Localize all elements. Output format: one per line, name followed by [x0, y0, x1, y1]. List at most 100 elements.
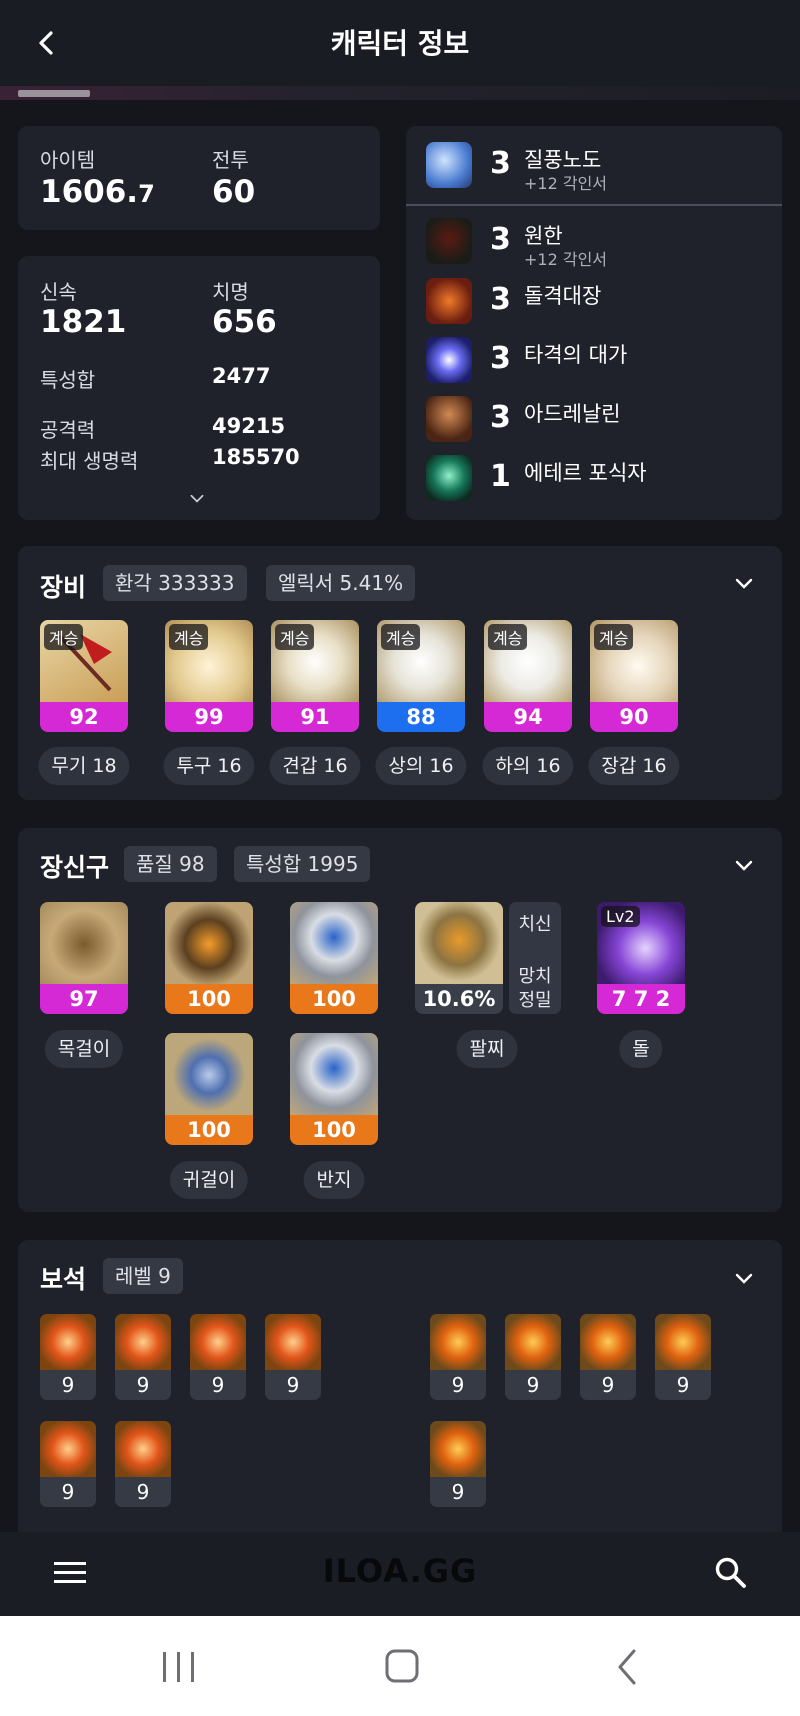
quality-bar: 88 [377, 702, 465, 732]
adrenaline-engraving-icon [426, 396, 472, 442]
gem-level: 9 [61, 1373, 75, 1397]
section-title: 보석 [40, 1265, 87, 1294]
gem-slot[interactable]: 9 [430, 1314, 486, 1400]
recent-apps-icon[interactable] [160, 1650, 198, 1684]
gem-slot[interactable]: 9 [505, 1314, 561, 1400]
gloves-slot[interactable]: 계승 90 [590, 620, 678, 732]
engraving-level: 3 [490, 400, 511, 435]
gem-slot[interactable]: 9 [190, 1314, 246, 1400]
damage-gem-icon [190, 1314, 246, 1370]
transcendence-badge: 환각 333333 [103, 565, 247, 601]
quality-bar: 99 [165, 702, 253, 732]
helmet-slot[interactable]: 계승 99 [165, 620, 253, 732]
active-tab-indicator[interactable] [18, 90, 90, 97]
bracelet-stat: 치신 [518, 914, 552, 935]
weapon-slot[interactable]: 계승 92 [40, 620, 128, 732]
succession-tag: 계승 [488, 624, 528, 650]
total-stat-label: 특성합 [40, 368, 96, 392]
collapse-chevron-icon[interactable] [734, 860, 754, 872]
ring-slot[interactable]: 100 [290, 902, 378, 1014]
earring-caption: 귀걸이 [169, 1161, 249, 1199]
quality-bar: 97 [40, 984, 128, 1014]
quality-bar: 100 [290, 984, 378, 1014]
bracelet-stats: 치신 망치 정밀 [509, 902, 561, 1014]
bracelet-caption: 팔찌 [456, 1030, 518, 1068]
cooldown-gem-icon [505, 1314, 561, 1370]
stats-card: 신속 1821 치명 656 특성합 2477 공격력 49215 최대 생명력… [18, 256, 380, 520]
earring-icon [165, 902, 253, 986]
stone-slot[interactable]: Lv2 7 7 2 [597, 902, 685, 1014]
engraving-level: 3 [490, 222, 511, 257]
wind-engraving-icon [426, 142, 472, 188]
combat-level-label: 전투 [212, 148, 249, 172]
gem-slot[interactable]: 9 [40, 1421, 96, 1507]
swiftness-value: 1821 [40, 304, 127, 340]
engraving-name: 돌격대장 [524, 284, 602, 308]
bottom-app-bar: ILOA.GG [0, 1532, 800, 1616]
shoulder-caption: 견갑 16 [269, 747, 361, 785]
gem-slot[interactable]: 9 [115, 1314, 171, 1400]
gloves-caption: 장갑 16 [588, 747, 680, 785]
gem-slot[interactable]: 9 [40, 1314, 96, 1400]
succession-tag: 계승 [44, 624, 84, 650]
gem-level-badge: 레벨 9 [103, 1258, 183, 1294]
cooldown-gem-icon [430, 1421, 486, 1477]
top-app-bar: 캐릭터 정보 [0, 0, 800, 86]
quality-bar: 100 [290, 1115, 378, 1145]
stone-caption: 돌 [619, 1030, 663, 1068]
chest-slot[interactable]: 계승 88 [377, 620, 465, 732]
gem-slot[interactable]: 9 [430, 1421, 486, 1507]
ring-slot[interactable]: 100 [290, 1033, 378, 1145]
ether-predator-engraving-icon [426, 455, 472, 501]
engraving-level: 1 [490, 459, 511, 494]
hp-label: 최대 생명력 [40, 449, 139, 473]
system-navigation-bar [0, 1616, 800, 1716]
search-icon[interactable] [714, 1556, 748, 1590]
engraving-book: +12 각인서 [524, 174, 608, 193]
gem-slot[interactable]: 9 [115, 1421, 171, 1507]
quality-bar: 90 [590, 702, 678, 732]
expand-chevron-icon[interactable] [189, 494, 205, 504]
engraving-divider [406, 204, 782, 206]
helmet-caption: 투구 16 [163, 747, 255, 785]
earring-slot[interactable]: 100 [165, 1033, 253, 1145]
quality-bar: 100 [165, 984, 253, 1014]
gem-slot[interactable]: 9 [655, 1314, 711, 1400]
succession-tag: 계승 [169, 624, 209, 650]
accessories-card: 장신구 품질 98 특성합 1995 [18, 828, 782, 1212]
section-title: 장비 [40, 573, 87, 602]
quality-bar: 92 [40, 702, 128, 732]
damage-gem-icon [265, 1314, 321, 1370]
engraving-level: 3 [490, 341, 511, 376]
back-nav-icon[interactable] [612, 1648, 642, 1686]
gem-level: 9 [136, 1373, 150, 1397]
earring-icon [165, 1033, 253, 1117]
cooldown-gem-icon [655, 1314, 711, 1370]
earring-slot[interactable]: 100 [165, 902, 253, 1014]
gem-level: 9 [451, 1480, 465, 1504]
combat-level-value: 60 [212, 174, 256, 210]
ring-caption: 반지 [303, 1161, 365, 1199]
site-logo[interactable]: ILOA.GG [0, 1552, 800, 1590]
gem-slot[interactable]: 9 [580, 1314, 636, 1400]
attack-value: 49215 [212, 414, 286, 438]
grudge-engraving-icon [426, 218, 472, 264]
engraving-book: +12 각인서 [524, 250, 608, 269]
gem-slot[interactable]: 9 [265, 1314, 321, 1400]
bracelet-slot[interactable]: 10.6% [415, 902, 503, 1014]
quality-bar: 94 [484, 702, 572, 732]
stone-value: 7 7 2 [597, 984, 685, 1014]
total-stat-value: 2477 [212, 364, 271, 388]
ring-icon [290, 902, 378, 986]
necklace-slot[interactable]: 97 [40, 902, 128, 1014]
home-icon[interactable] [384, 1648, 420, 1684]
collapse-chevron-icon[interactable] [734, 578, 754, 590]
collapse-chevron-icon[interactable] [734, 1273, 754, 1285]
stat-total-badge: 특성합 1995 [234, 846, 371, 882]
necklace-caption: 목걸이 [44, 1030, 124, 1068]
attack-label: 공격력 [40, 418, 96, 442]
shoulder-slot[interactable]: 계승 91 [271, 620, 359, 732]
page-title: 캐릭터 정보 [330, 27, 470, 60]
pants-slot[interactable]: 계승 94 [484, 620, 572, 732]
succession-tag: 계승 [594, 624, 634, 650]
